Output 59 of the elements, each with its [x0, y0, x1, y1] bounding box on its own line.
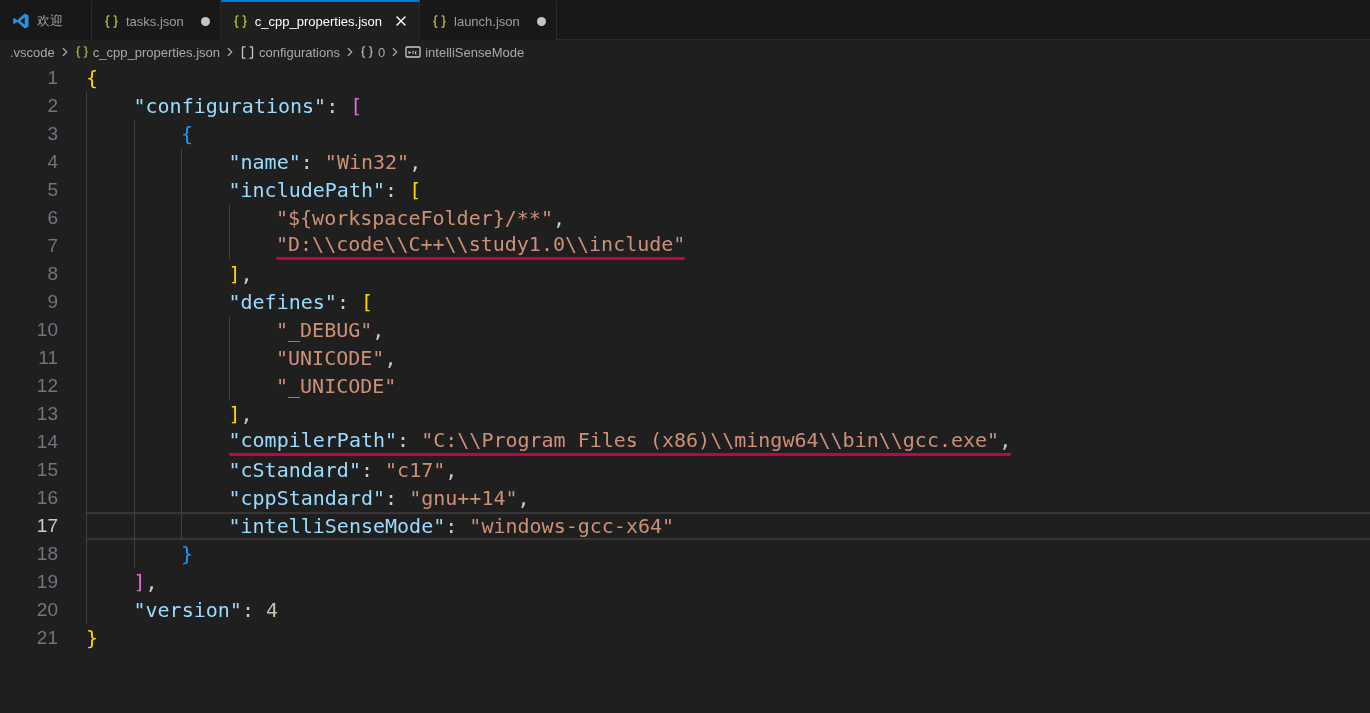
line-number: 8: [46, 263, 59, 285]
code-line: "UNICODE",: [86, 344, 1370, 372]
line-number: 16: [35, 487, 59, 509]
code-line: "_DEBUG",: [86, 316, 1370, 344]
line-number: 17: [35, 515, 59, 537]
line-number: 19: [35, 571, 59, 593]
line-number: 2: [46, 95, 59, 117]
code-line: ],: [86, 568, 1370, 596]
line-number: 20: [35, 599, 59, 621]
code-line: "cStandard": "c17",: [86, 456, 1370, 484]
line-number: 4: [46, 151, 59, 173]
line-number: 9: [46, 291, 59, 313]
line-number: 11: [37, 347, 59, 369]
code-line: }: [86, 625, 100, 652]
code-line: "${workspaceFolder}/**",: [86, 204, 1370, 232]
string-icon: [405, 45, 422, 59]
code-line: "includePath": [: [86, 176, 1370, 204]
breadcrumb-item[interactable]: intelliSenseMode: [405, 44, 525, 60]
breadcrumb-item[interactable]: configurations: [240, 44, 340, 60]
code-line: "name": "Win32",: [86, 148, 1370, 176]
json-file-icon: [432, 13, 447, 29]
code-line: {: [86, 65, 100, 92]
editor-tab[interactable]: tasks.json: [92, 0, 221, 40]
line-number: 5: [46, 179, 59, 201]
line-number: 15: [35, 459, 59, 481]
array-icon: [240, 44, 255, 60]
line-number: 10: [35, 319, 59, 341]
line-number: 14: [35, 431, 59, 453]
editor-tab[interactable]: c_cpp_properties.json: [220, 0, 420, 40]
line-number: 18: [35, 543, 59, 565]
breadcrumb-item[interactable]: 0: [359, 44, 386, 60]
code-line: "version": 4: [86, 596, 1370, 624]
line-number: 7: [46, 235, 59, 257]
code-line: ],: [86, 260, 1370, 288]
breadcrumb-item[interactable]: .vscode: [10, 44, 55, 60]
code-editor-logo-icon: [12, 12, 30, 30]
code-line: ],: [86, 400, 1370, 428]
line-number: 3: [46, 123, 59, 145]
json-file-icon: [74, 45, 89, 59]
code-line: "compilerPath": "C:\\Program Files (x86)\\mingw64\\bin\\gcc.exe",: [86, 428, 1370, 456]
json-file-icon: [232, 13, 248, 29]
editor-tab[interactable]: 欢迎: [0, 0, 92, 40]
object-icon: [359, 45, 374, 59]
line-number: 13: [35, 403, 59, 425]
line-number: 6: [46, 207, 59, 229]
code-line: "defines": [: [86, 288, 1370, 316]
breadcrumb-item[interactable]: c_cpp_properties.json: [74, 44, 220, 60]
editor-tab[interactable]: launch.json: [420, 0, 557, 40]
code-line: }: [86, 540, 1370, 568]
code-line: "intelliSenseMode": "windows-gcc-x64": [86, 512, 1370, 540]
code-line: {: [86, 120, 1370, 148]
code-line: "cppStandard": "gnu++14",: [86, 484, 1370, 512]
line-number: 1: [46, 67, 59, 89]
line-number: 12: [35, 375, 59, 397]
code-line: "configurations": [: [86, 92, 1370, 120]
code-line: "D:\\code\\C++\\study1.0\\include": [86, 232, 1370, 260]
line-number: 21: [35, 627, 59, 649]
json-file-icon: [104, 13, 119, 29]
code-line: "_UNICODE": [86, 372, 1370, 400]
